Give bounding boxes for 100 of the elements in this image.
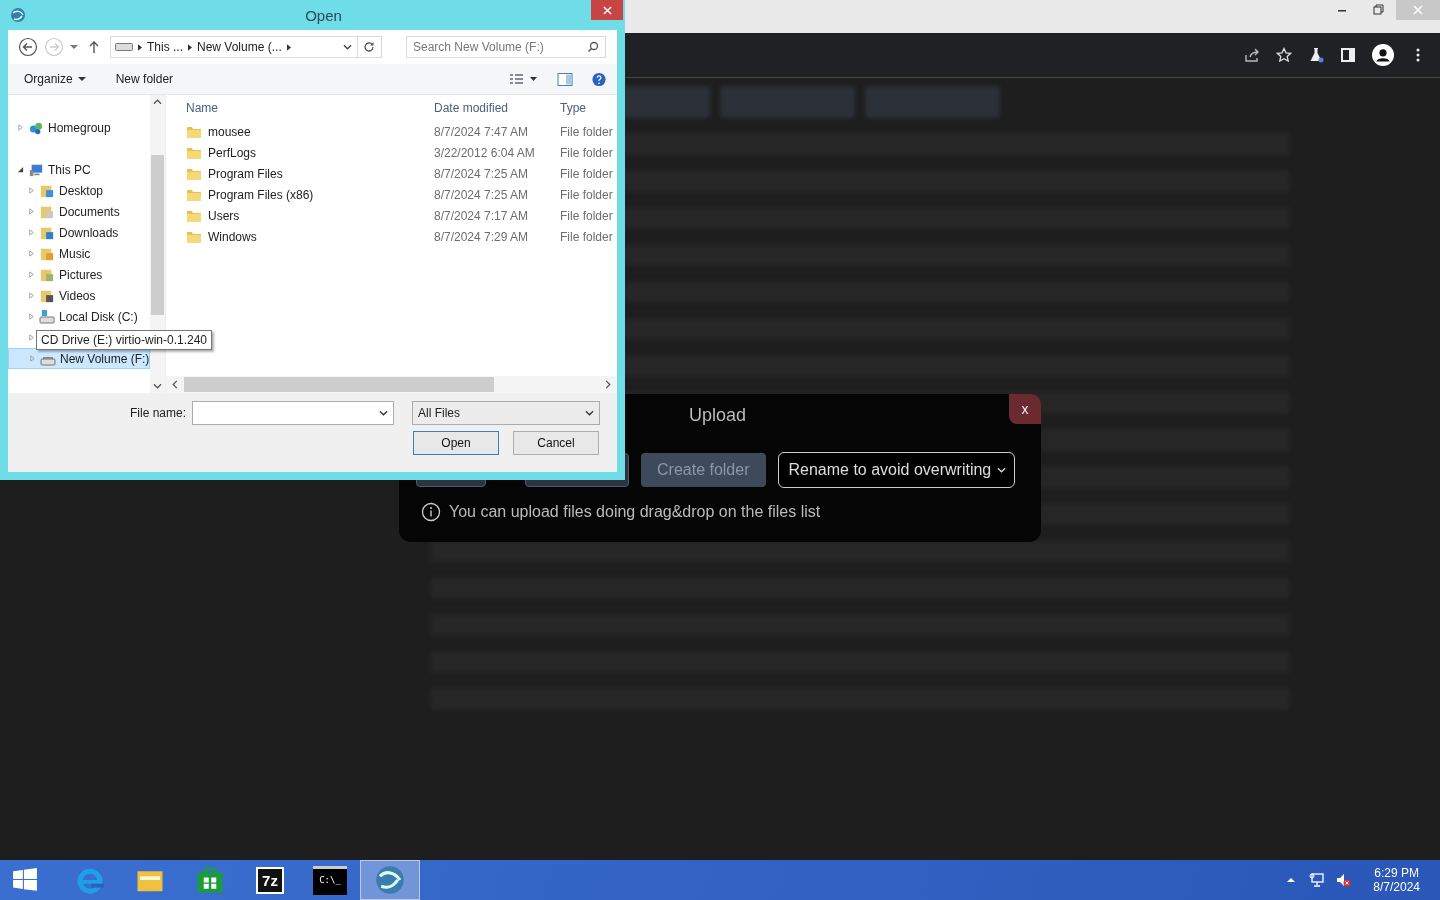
search-icon (587, 41, 599, 53)
tree-item[interactable]: Pictures (59, 267, 103, 282)
overwrite-mode-select[interactable]: Rename to avoid overwriting (777, 452, 1016, 488)
profile-icon[interactable] (1372, 44, 1394, 66)
star-icon[interactable] (1276, 47, 1292, 63)
file-name-field[interactable] (192, 401, 395, 425)
window-title: Open (305, 6, 342, 24)
computer-icon (28, 162, 44, 177)
muted-speaker-icon[interactable] (1335, 872, 1352, 888)
flask-icon[interactable] (1308, 47, 1324, 63)
info-icon (421, 502, 441, 522)
folder-icon (39, 246, 55, 261)
folder-icon (39, 183, 55, 198)
table-cell-text: File folder (559, 124, 613, 139)
file-name[interactable]: Program Files (208, 166, 283, 181)
globe-icon (10, 7, 26, 23)
homegroup-icon (28, 120, 44, 135)
scrollbar[interactable] (166, 376, 617, 393)
console-logo: C:\_ (313, 865, 347, 895)
tree-item[interactable]: Documents (59, 204, 120, 219)
tree-item[interactable]: This PC (48, 162, 91, 177)
tree-item[interactable]: Downloads (59, 225, 119, 240)
table-cell-text: File folder (559, 208, 613, 223)
table-cell-text: File folder (559, 166, 613, 181)
cancel-button[interactable]: Cancel (513, 431, 599, 455)
tree-item[interactable]: Desktop (59, 183, 104, 198)
close-icon (602, 5, 612, 15)
table-cell-text: 8/7/2024 7:17 AM (433, 208, 530, 223)
clock-date[interactable]: 8/7/2024 (1373, 880, 1420, 894)
up-arrow-icon[interactable] (88, 40, 100, 54)
tree-item[interactable]: Videos (59, 288, 96, 303)
shopping-bag-icon (195, 865, 225, 895)
breadcrumb-item[interactable]: New Volume (... (197, 40, 282, 54)
view-options-icon[interactable] (509, 73, 539, 85)
open-button[interactable]: Open (413, 431, 499, 455)
drive-icon (115, 43, 133, 51)
folder-icon (186, 187, 202, 202)
preview-pane-icon[interactable] (557, 71, 573, 87)
tree-item[interactable]: Local Disk (C:) (59, 309, 138, 324)
file-name[interactable]: mousee (208, 124, 251, 139)
chevron-right-icon[interactable] (286, 43, 291, 51)
field-label: File name: (130, 406, 187, 420)
refresh-icon[interactable] (363, 41, 375, 53)
tree-item[interactable]: Homegroup (48, 120, 111, 135)
taskbar-app[interactable]: C:\_ (300, 860, 360, 900)
folder-icon (39, 288, 55, 303)
organize-menu[interactable]: Organize (18, 71, 92, 87)
address-bar[interactable]: This ... New Volume (... (110, 36, 382, 58)
folder-icon (186, 208, 202, 223)
search-field[interactable]: Search New Volume (F:) (406, 36, 606, 58)
chevron-down-icon[interactable] (343, 44, 352, 50)
sidebar-icon[interactable] (1340, 47, 1356, 63)
table-cell-text: File folder (559, 229, 613, 244)
globe-icon (375, 865, 405, 895)
table-cell-text: 3/22/2012 6:04 AM (433, 145, 536, 160)
folder-icon (39, 225, 55, 240)
column-header[interactable]: Name (166, 101, 427, 115)
tree-item[interactable]: Music (59, 246, 91, 261)
new-folder-button[interactable]: New folder (109, 71, 180, 87)
dialog-title: Upload (689, 405, 747, 426)
file-type-select[interactable]: All Files (412, 401, 601, 425)
folder-icon (39, 267, 55, 282)
scroll-up-icon[interactable] (153, 99, 163, 105)
column-header[interactable]: Date modified (427, 101, 554, 115)
drive-icon (39, 309, 55, 324)
chevron-right-icon[interactable] (138, 43, 142, 51)
table-cell-text: File folder (559, 187, 613, 202)
tooltip: CD Drive (E:) virtio-win-0.1.240 (36, 330, 213, 350)
file-name[interactable]: Users (208, 208, 240, 223)
back-icon[interactable] (18, 37, 38, 57)
file-name[interactable]: Program Files (x86) (208, 187, 314, 202)
table-cell-text: 8/7/2024 7:47 AM (433, 124, 530, 139)
folder-icon (39, 204, 55, 219)
caret-icon[interactable] (70, 45, 78, 49)
scroll-down-icon[interactable] (153, 383, 163, 389)
share-icon[interactable] (1244, 47, 1260, 63)
network-icon[interactable] (1309, 872, 1326, 888)
folder-icon (186, 145, 202, 160)
app-logo: 7z (256, 866, 284, 894)
clock-time[interactable]: 6:29 PM (1374, 866, 1419, 880)
file-name[interactable]: PerfLogs (208, 145, 257, 160)
breadcrumb-item[interactable]: This ... (147, 40, 183, 54)
hint-text: You can upload files doing drag&drop on the files list (449, 503, 821, 521)
help-icon[interactable] (591, 71, 607, 87)
taskbar-app[interactable] (360, 860, 420, 900)
table-cell-text: File folder (559, 145, 613, 160)
tray-up-icon[interactable] (1287, 878, 1296, 882)
taskbar-app[interactable]: 7z (240, 860, 300, 900)
scroll-left-icon[interactable] (172, 380, 178, 389)
table-cell-text: 8/7/2024 7:29 AM (433, 229, 530, 244)
chevron-down-icon[interactable] (379, 410, 389, 416)
scroll-right-icon[interactable] (605, 380, 611, 389)
close-button[interactable] (591, 0, 623, 20)
chevron-down-icon[interactable] (585, 410, 595, 416)
file-name[interactable]: Windows (208, 229, 257, 244)
expander-icon[interactable] (17, 166, 24, 173)
column-header[interactable]: Type (554, 101, 586, 115)
chevron-right-icon[interactable] (188, 43, 192, 51)
windows-logo-icon[interactable] (12, 867, 38, 893)
close-button[interactable]: x (1009, 394, 1041, 424)
